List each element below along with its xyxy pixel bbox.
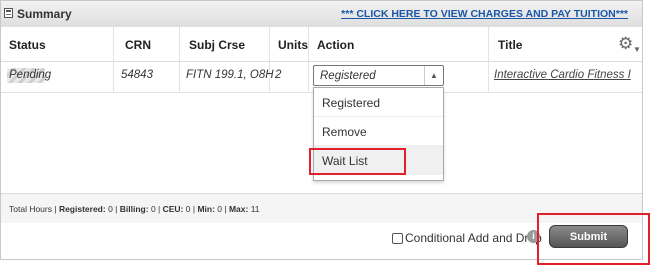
crn-cell: 54843 bbox=[121, 69, 153, 81]
totals-text: Total Hours | Registered: 0 | Billing: 0… bbox=[9, 204, 260, 214]
dropdown-option-remove[interactable]: Remove bbox=[314, 117, 443, 146]
option-label: Remove bbox=[322, 125, 367, 139]
dropdown-option-registered[interactable]: Registered bbox=[314, 88, 443, 117]
summary-header: Summary *** CLICK HERE TO VIEW CHARGES A… bbox=[1, 1, 642, 28]
table-header-row: Status CRN Subj Crse Units Action Title bbox=[1, 27, 642, 62]
column-header-subj-crse[interactable]: Subj Crse bbox=[189, 38, 245, 52]
subj-crse-cell: FITN 199.1, O8H bbox=[186, 69, 274, 81]
billing-label: Billing: bbox=[119, 204, 149, 214]
wait-list-annotation-box bbox=[309, 148, 406, 175]
course-title-link[interactable]: Interactive Cardio Fitness I bbox=[494, 69, 631, 81]
billing-value: 0 bbox=[150, 204, 156, 214]
total-hours-label: Total Hours bbox=[9, 204, 52, 214]
column-header-crn[interactable]: CRN bbox=[125, 38, 151, 52]
min-label: Min: bbox=[197, 204, 215, 214]
chevron-down-icon: ▼ bbox=[633, 45, 641, 54]
min-value: 0 bbox=[217, 204, 223, 214]
option-label: Registered bbox=[322, 96, 381, 110]
max-value: 11 bbox=[250, 204, 260, 214]
units-cell: 2 bbox=[275, 69, 282, 81]
column-header-action[interactable]: Action bbox=[317, 38, 354, 52]
conditional-add-drop-checkbox[interactable] bbox=[392, 233, 403, 244]
action-select-value: Registered bbox=[320, 70, 376, 82]
ceu-label: CEU: bbox=[162, 204, 184, 214]
settings-gear-icon[interactable]: ⚙ ▼ bbox=[618, 35, 641, 55]
column-header-units[interactable]: Units bbox=[278, 38, 308, 52]
title-cell: Interactive Cardio Fitness I bbox=[494, 69, 631, 81]
summary-table-icon bbox=[4, 8, 13, 18]
action-select[interactable]: Registered ▲ bbox=[313, 65, 444, 86]
registered-value: 0 bbox=[108, 204, 113, 214]
summary-title: Summary bbox=[17, 7, 72, 21]
ceu-value: 0 bbox=[185, 204, 191, 214]
chevron-up-icon[interactable]: ▲ bbox=[424, 66, 443, 85]
status-cell: Pending bbox=[9, 69, 52, 81]
max-label: Max: bbox=[228, 204, 249, 214]
column-header-status[interactable]: Status bbox=[9, 38, 46, 52]
registered-label: Registered: bbox=[58, 204, 106, 214]
conditional-add-drop-label[interactable]: Conditional Add and Drop bbox=[405, 231, 542, 245]
view-charges-link[interactable]: *** CLICK HERE TO VIEW CHARGES AND PAY T… bbox=[341, 8, 628, 20]
submit-annotation-box bbox=[537, 213, 650, 265]
column-header-title[interactable]: Title bbox=[498, 38, 522, 52]
